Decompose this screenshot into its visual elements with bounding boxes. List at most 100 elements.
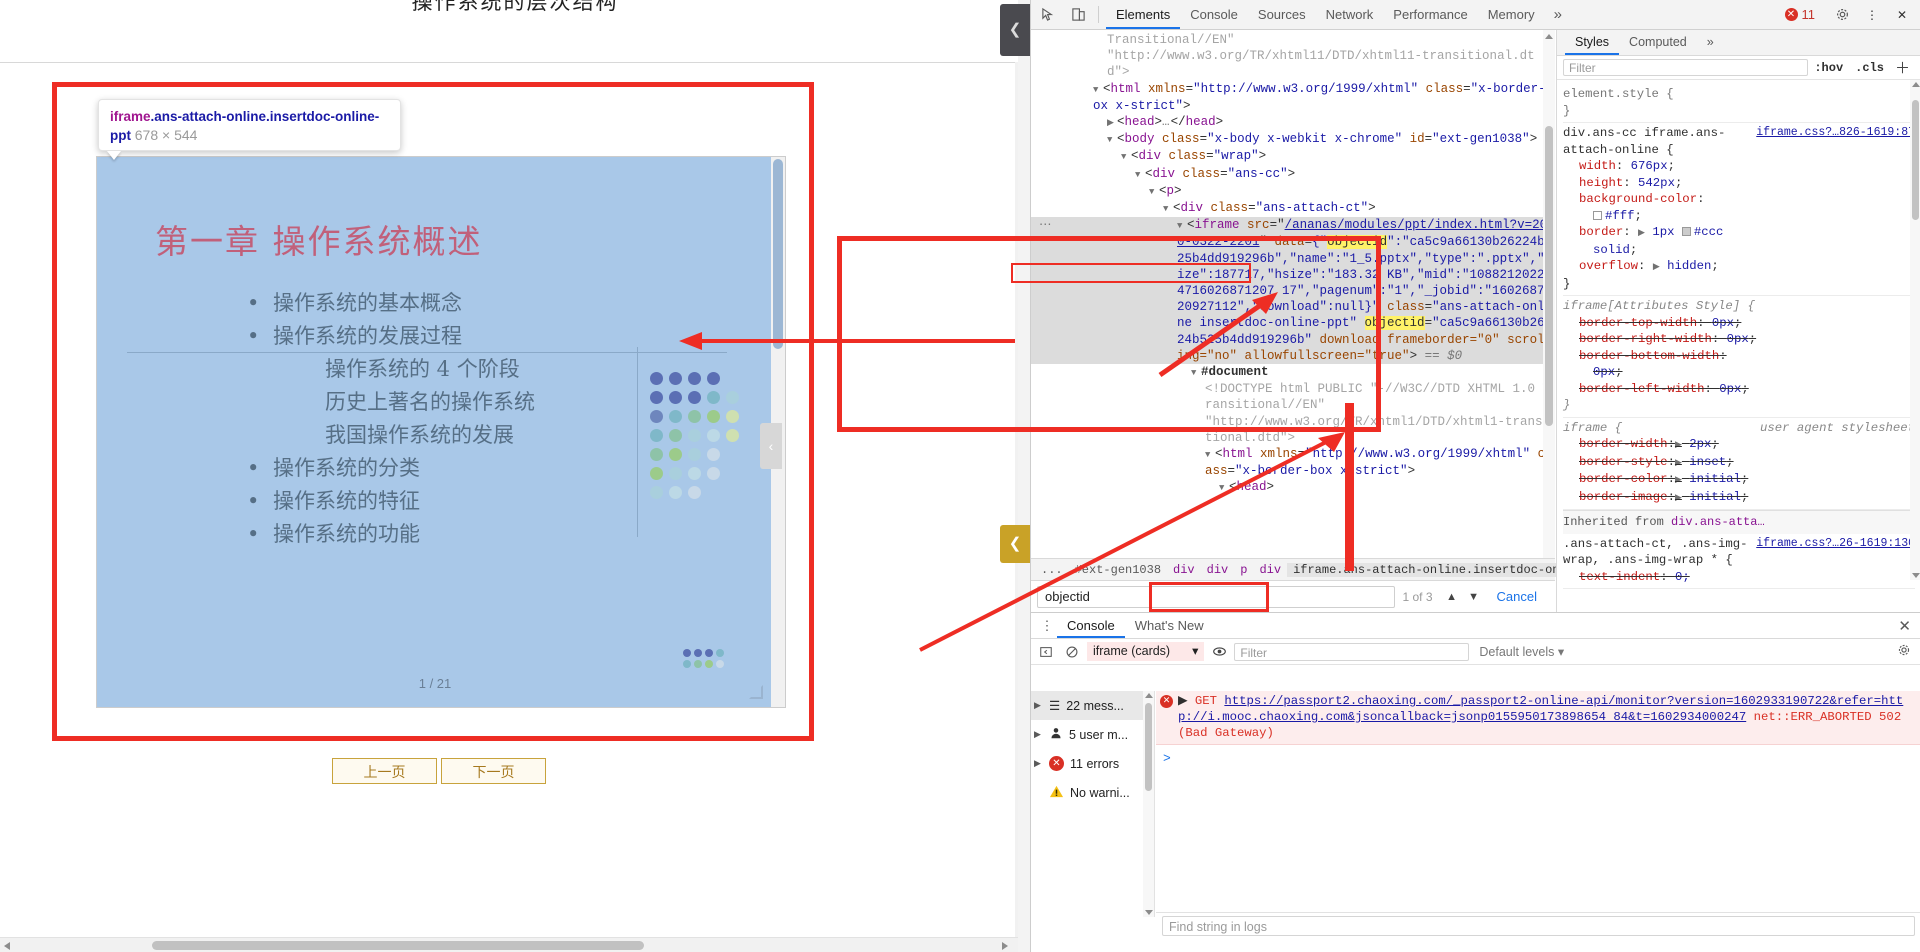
style-rule: iframe.css?…826-1619:87 div.ans-cc iframe…: [1563, 123, 1915, 296]
warning-icon: [1049, 784, 1064, 802]
error-count-badge[interactable]: ✕ 11: [1784, 7, 1815, 22]
tab-sources[interactable]: Sources: [1248, 0, 1316, 29]
hov-toggle[interactable]: :hov: [1808, 61, 1849, 75]
expand-icon[interactable]: ▶: [1034, 758, 1043, 769]
clear-console-icon[interactable]: [1061, 642, 1083, 662]
styles-scrollbar[interactable]: [1910, 80, 1920, 580]
console-sidebar-item-messages[interactable]: ▶ ☰ 22 mess...: [1031, 691, 1154, 720]
scroll-down-icon[interactable]: [1912, 573, 1920, 578]
inherited-node[interactable]: div.ans-atta…: [1671, 515, 1765, 529]
rule-selector[interactable]: div.ans-cc iframe.ans-attach-online {: [1563, 126, 1725, 157]
styles-rules: element.style { } iframe.css?…826-1619:8…: [1557, 80, 1920, 589]
tab-styles[interactable]: Styles: [1565, 30, 1620, 55]
tree-line-inner-head[interactable]: ▼ <head>: [1031, 479, 1555, 496]
dock-handle-middle[interactable]: ❮: [1000, 525, 1030, 563]
page-horizontal-scrollbar[interactable]: [0, 937, 1030, 952]
console-prompt-icon[interactable]: >: [1156, 745, 1920, 767]
close-icon[interactable]: ✕: [1889, 2, 1915, 28]
tab-performance[interactable]: Performance: [1383, 0, 1477, 29]
browser-page-pane: 操作系统的层次结构 第一章 操作系统概述 • 操作系统的基本概念 • 操作系统的发展…: [0, 0, 1030, 952]
search-cancel-button[interactable]: Cancel: [1485, 589, 1549, 604]
plus-icon[interactable]: ＋: [1890, 57, 1915, 78]
rule-selector[interactable]: element.style {: [1563, 87, 1674, 101]
search-match-objectid: objectid: [1327, 235, 1388, 250]
tab-memory[interactable]: Memory: [1478, 0, 1545, 29]
breadcrumb-item[interactable]: div: [1253, 563, 1287, 577]
tree-line-div-anscc[interactable]: ▼ <div class="ans-cc">: [1031, 166, 1555, 183]
search-prev-button[interactable]: ▲: [1441, 586, 1463, 608]
tree-line-html[interactable]: ▼ <html xmlns="http://www.w3.org/1999/xht…: [1031, 81, 1555, 114]
scroll-up-icon[interactable]: [1145, 693, 1153, 698]
chevron-double-right-icon[interactable]: »: [1545, 6, 1571, 23]
tab-whats-new[interactable]: What's New: [1125, 613, 1214, 638]
selected-node-marker: == $0: [1424, 348, 1463, 363]
scroll-left-icon[interactable]: [4, 942, 10, 950]
console-sidebar-scroll-thumb[interactable]: [1145, 703, 1152, 791]
kebab-menu-icon[interactable]: ⋮: [1859, 2, 1885, 28]
console-levels-select[interactable]: Default levels ▾: [1473, 644, 1570, 659]
chevron-double-right-icon[interactable]: »: [1697, 30, 1724, 55]
rule-source-link[interactable]: iframe.css?…826-1619:87: [1756, 125, 1915, 142]
next-page-button[interactable]: 下一页: [441, 758, 546, 784]
rule-selector[interactable]: iframe[Attributes Style] {: [1563, 299, 1755, 313]
rule-source-link[interactable]: iframe.css?…26-1619:130: [1756, 536, 1915, 553]
breadcrumb-item[interactable]: div: [1201, 563, 1235, 577]
scroll-down-icon[interactable]: [1145, 910, 1153, 915]
console-sidebar-item-user-messages[interactable]: ▶ 5 user m...: [1031, 720, 1154, 749]
tree-line-body[interactable]: ▼ <body class="x-body x-webkit x-chrome" …: [1031, 131, 1555, 148]
console-error-entry[interactable]: ✕ ▶ GET https://passport2.chaoxing.com/_…: [1156, 691, 1920, 745]
search-next-button[interactable]: ▼: [1463, 586, 1485, 608]
scroll-up-icon[interactable]: [1912, 82, 1920, 87]
cursor-select-icon[interactable]: [1035, 2, 1061, 28]
rule-selector[interactable]: iframe {: [1563, 421, 1622, 435]
tree-line-head[interactable]: ▶ <head>…</head>: [1031, 114, 1555, 131]
styles-filter-input[interactable]: Filter: [1563, 59, 1809, 76]
kebab-menu-icon[interactable]: ⋮: [1037, 618, 1057, 634]
tab-elements[interactable]: Elements: [1106, 0, 1181, 29]
gear-icon[interactable]: [1897, 643, 1917, 660]
console-context-select[interactable]: iframe (cards) ▾: [1087, 642, 1205, 661]
tree-line-iframe-selected[interactable]: ⋯ ▼ <iframe src="/ananas/modules/ppt/inde…: [1031, 217, 1555, 365]
tree-line-div-attachct[interactable]: ▼ <div class="ans-attach-ct">: [1031, 200, 1555, 217]
color-swatch[interactable]: [1681, 227, 1691, 236]
dock-handle-top[interactable]: ❮: [1000, 4, 1030, 56]
console-filter-input[interactable]: Filter: [1234, 642, 1470, 661]
live-expression-icon[interactable]: [1208, 642, 1230, 662]
expand-icon[interactable]: ▶: [1034, 700, 1043, 711]
breadcrumb-item[interactable]: div: [1167, 563, 1201, 577]
tab-console-drawer[interactable]: Console: [1057, 613, 1125, 638]
cls-toggle[interactable]: .cls: [1849, 61, 1890, 75]
show-sidebar-icon[interactable]: [1035, 642, 1057, 662]
breadcrumb-ellipsis[interactable]: ...: [1035, 563, 1069, 577]
tree-line-div-wrap[interactable]: ▼ <div class="wrap">: [1031, 148, 1555, 165]
scroll-right-icon[interactable]: [1002, 942, 1008, 950]
rule-selector[interactable]: .ans-attach-ct, .ans-img-wrap, .ans-img-…: [1563, 537, 1747, 568]
hscroll-thumb[interactable]: [152, 941, 644, 950]
tab-console[interactable]: Console: [1180, 0, 1248, 29]
console-log: ✕ ▶ GET https://passport2.chaoxing.com/_…: [1156, 691, 1920, 881]
search-input[interactable]: objectid: [1037, 585, 1395, 608]
breadcrumb-item[interactable]: p: [1234, 563, 1253, 577]
find-in-logs-input[interactable]: Find string in logs: [1162, 915, 1915, 936]
gear-icon[interactable]: [1829, 2, 1855, 28]
elements-scrollbar-thumb[interactable]: [1545, 126, 1553, 426]
close-icon[interactable]: ✕: [1898, 617, 1920, 635]
color-swatch[interactable]: [1593, 210, 1602, 220]
tree-line-inner-html[interactable]: ▼ <html xmlns="http://www.w3.org/1999/xht…: [1031, 446, 1555, 479]
tab-network[interactable]: Network: [1316, 0, 1384, 29]
scroll-up-icon[interactable]: [1545, 34, 1553, 39]
console-sidebar-item-warnings[interactable]: No warni...: [1031, 778, 1154, 807]
style-rule: iframe[Attributes Style] { border-top-wi…: [1563, 296, 1915, 418]
expand-icon[interactable]: ▶: [1034, 729, 1043, 740]
styles-scrollbar-thumb[interactable]: [1912, 100, 1919, 220]
console-sidebar-scrollbar[interactable]: [1143, 691, 1154, 917]
breadcrumb-item[interactable]: #ext-gen1038: [1069, 563, 1167, 577]
console-sidebar-item-errors[interactable]: ▶ ✕ 11 errors: [1031, 749, 1154, 778]
device-toolbar-icon[interactable]: [1065, 2, 1091, 28]
tab-computed[interactable]: Computed: [1619, 30, 1697, 55]
tree-line: "http://www.w3.org/TR/xhtml11/DTD/xhtml1…: [1107, 49, 1535, 80]
breadcrumb[interactable]: ... #ext-gen1038 div div p div iframe.an…: [1031, 558, 1624, 580]
tree-line-document[interactable]: ▼ #document: [1031, 364, 1555, 381]
prev-page-button[interactable]: 上一页: [332, 758, 437, 784]
tree-line-p[interactable]: ▼ <p>: [1031, 183, 1555, 200]
